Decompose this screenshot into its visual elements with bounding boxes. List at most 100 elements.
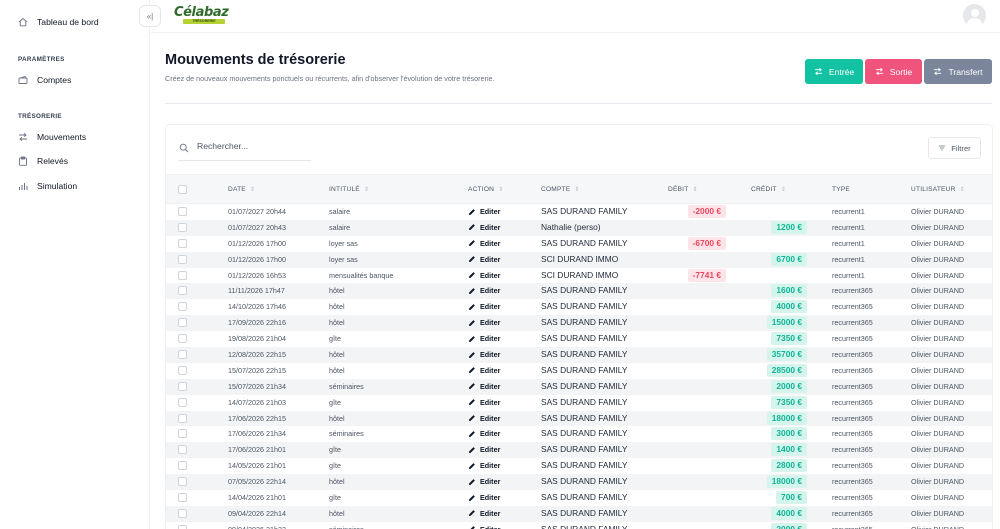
row-account: SAS DURAND FAMILY [541,460,628,471]
sidebar-item-simulation[interactable]: Simulation [18,181,77,191]
filter-button[interactable]: Filtrer [928,137,981,159]
edit-button[interactable]: Editer [468,223,500,232]
edit-button[interactable]: Editer [468,334,500,343]
row-checkbox[interactable] [178,413,187,423]
edit-button[interactable]: Editer [468,461,500,470]
sidebar-item-dashboard[interactable]: Tableau de bord [18,17,99,27]
row-account: SAS DURAND FAMILY [541,492,628,503]
sort-icon: ⇕ [959,187,965,193]
edit-button[interactable]: Editer [468,414,500,423]
row-checkbox[interactable] [178,365,187,375]
table-row: 17/06/2026 21h01 gîte Editer SAS DURAND FAM… [166,442,992,459]
edit-button[interactable]: Editer [468,207,500,216]
edit-button[interactable]: Editer [468,429,500,438]
pencil-icon [468,431,475,438]
edit-button[interactable]: Editer [468,509,500,518]
edit-label: Editer [480,238,501,248]
row-checkbox[interactable] [178,350,187,360]
add-transfer-button[interactable]: Transfert [924,59,992,84]
row-checkbox[interactable] [178,429,187,439]
avatar[interactable] [963,4,986,27]
sidebar-item-accounts[interactable]: Comptes [18,75,71,85]
button-label: Entrée [828,66,855,77]
column-account[interactable]: COMPTE ⇕ [541,186,580,193]
row-date: 17/09/2026 22h16 [228,318,286,328]
row-user: Olivier DURAND [911,238,965,248]
pencil-icon [468,367,475,374]
row-type: recurrent1 [832,254,865,264]
table-row: 01/12/2026 17h00 loyer sas Editer SAS DURAN… [166,236,992,252]
column-intitule[interactable]: INTITULÉ ⇕ [329,186,369,193]
edit-button[interactable]: Editer [468,493,500,502]
pencil-icon [468,383,475,390]
row-checkbox[interactable] [178,254,187,264]
row-checkbox[interactable] [178,270,187,280]
button-label: Transfert [948,66,983,77]
edit-button[interactable]: Editer [468,239,500,248]
column-user[interactable]: UTILISATEUR ⇕ [911,186,965,193]
column-label: ACTION [468,186,495,193]
row-checkbox[interactable] [178,286,187,296]
table-row: 14/04/2026 21h01 gîte Editer SAS DURAND FAM… [166,490,992,506]
edit-button[interactable]: Editer [468,366,500,375]
section-title-params: PARAMÈTRES [18,56,65,63]
row-checkbox[interactable] [178,524,187,529]
row-credit: 2000 € [771,379,807,393]
logo[interactable]: Célabaz TRÉSORERIE [171,5,229,24]
row-checkbox[interactable] [178,397,187,407]
table-row: 09/04/2026 21h33 séminaires Editer SAS DURA… [166,522,992,529]
column-action[interactable]: ACTION ⇕ [468,186,503,193]
edit-button[interactable]: Editer [468,350,500,359]
row-checkbox[interactable] [178,493,187,503]
row-credit: 18000 € [766,411,807,425]
column-debit[interactable]: DÉBIT ⇕ [668,186,698,193]
edit-button[interactable]: Editer [468,302,500,311]
row-checkbox[interactable] [178,381,187,391]
edit-button[interactable]: Editer [468,255,500,264]
edit-button[interactable]: Editer [468,382,500,391]
row-checkbox[interactable] [178,334,187,344]
row-label: hôtel [329,302,345,312]
sidebar-item-movements[interactable]: Mouvements [18,132,86,142]
edit-button[interactable]: Editer [468,398,500,407]
row-checkbox[interactable] [178,477,187,487]
row-user: Olivier DURAND [911,222,965,232]
row-checkbox[interactable] [178,238,187,248]
add-income-button[interactable]: Entrée [805,59,863,84]
row-checkbox[interactable] [178,445,187,455]
sidebar-item-statements[interactable]: Relevés [18,156,68,166]
edit-button[interactable]: Editer [468,477,500,486]
pencil-icon [468,494,475,501]
row-checkbox[interactable] [178,461,187,471]
section-title-treso: TRÉSORERIE [18,113,62,120]
row-type: recurrent365 [832,318,873,328]
edit-button[interactable]: Editer [468,525,500,529]
sidebar: Tableau de bord PARAMÈTRES Comptes TRÉSO… [0,0,150,529]
add-expense-button[interactable]: Sortie [865,59,922,84]
row-checkbox[interactable] [178,302,187,312]
row-checkbox[interactable] [178,207,187,216]
collapse-sidebar-button[interactable]: «| [139,5,161,27]
edit-button[interactable]: Editer [468,318,500,327]
row-checkbox[interactable] [178,318,187,328]
column-date[interactable]: DATE ⇕ [228,186,255,193]
row-type: recurrent365 [832,493,873,503]
column-credit[interactable]: CRÉDIT ⇕ [751,186,786,193]
row-user: Olivier DURAND [911,413,965,423]
row-label: hôtel [329,508,345,518]
edit-button[interactable]: Editer [468,271,500,280]
row-credit: 3000 € [771,427,807,441]
search-input[interactable] [197,141,307,151]
row-date: 14/07/2026 21h03 [228,397,286,407]
row-type: recurrent365 [832,334,873,344]
select-all-checkbox[interactable] [178,185,187,194]
row-date: 19/08/2026 21h04 [228,334,286,344]
pencil-icon [468,446,475,453]
row-checkbox[interactable] [178,508,187,518]
row-date: 17/06/2026 22h15 [228,413,286,423]
filter-icon [939,145,946,151]
row-credit: 15000 € [766,316,807,330]
edit-button[interactable]: Editer [468,445,500,454]
row-checkbox[interactable] [178,222,187,232]
edit-button[interactable]: Editer [468,286,500,295]
